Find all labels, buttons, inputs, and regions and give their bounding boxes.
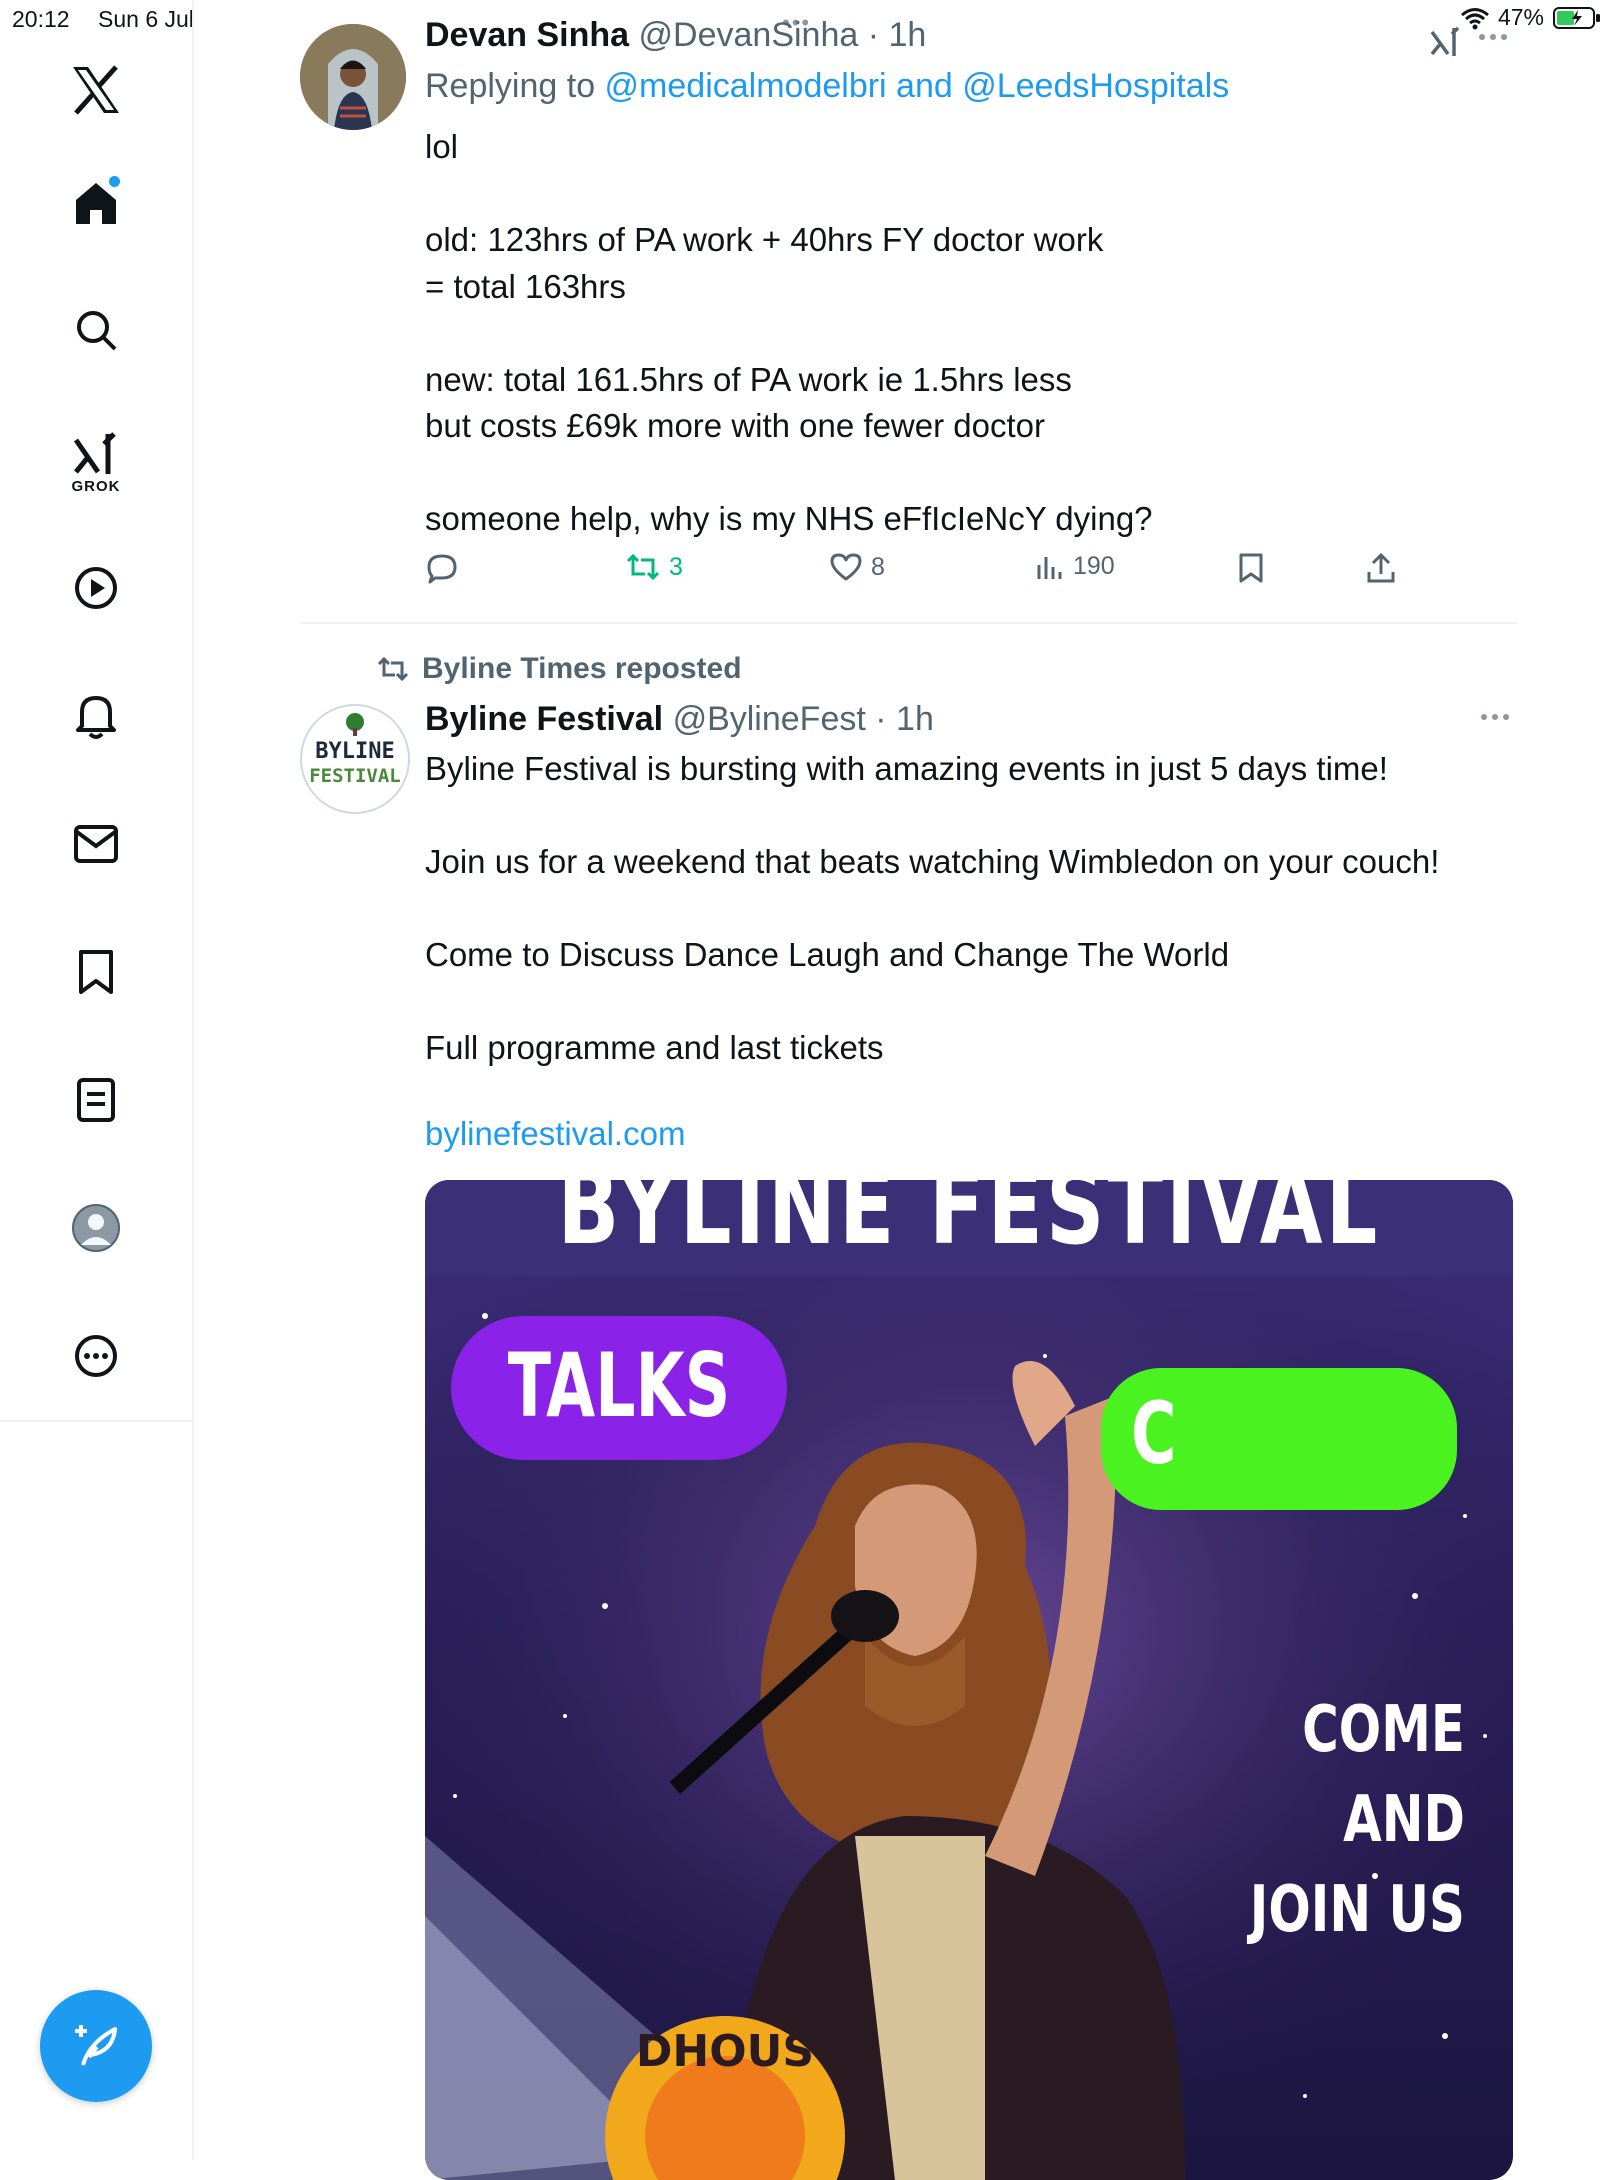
more-options-icon[interactable] [66, 1326, 126, 1386]
like-count: 8 [871, 552, 885, 581]
talks-pill: TALKS [451, 1316, 787, 1460]
badge-text: DHOUS [636, 2026, 814, 2077]
messages-envelope-icon[interactable] [66, 814, 126, 874]
share-icon [1367, 552, 1395, 583]
tweet-text: Byline Festival is bursting with amazing… [425, 750, 1440, 1066]
replying-to: Replying to @medicalmodelbri and @LeedsH… [425, 67, 1229, 106]
reply-button[interactable] [425, 552, 459, 584]
avatar[interactable] [300, 24, 406, 130]
green-pill: C [1101, 1368, 1457, 1510]
tweet-time[interactable]: · 1h [868, 16, 927, 54]
grok-label: GROK [71, 477, 121, 495]
like-button[interactable]: 8 [829, 552, 885, 582]
wifi-icon [1460, 7, 1489, 29]
tweet-media-image[interactable]: BYLINE FESTIVAL DHOUS TALKS C COME AND J… [425, 1180, 1513, 2180]
media-banner: BYLINE FESTIVAL [425, 1180, 1513, 1276]
tweet-more-icon[interactable] [1480, 712, 1510, 722]
tweet-divider [300, 622, 1518, 624]
bookmark-button[interactable] [1237, 552, 1265, 584]
notification-dot [109, 176, 120, 187]
video-icon[interactable] [66, 558, 126, 618]
home-icon[interactable] [66, 172, 126, 232]
share-button[interactable] [1365, 552, 1397, 584]
retweet-button[interactable]: 3 [625, 552, 683, 582]
battery-icon [1553, 6, 1600, 29]
status-indicators: 47% [1460, 4, 1602, 31]
analytics-icon [1037, 556, 1062, 579]
grok-nav-item[interactable]: GROK [66, 424, 126, 500]
bookmarks-icon[interactable] [66, 942, 126, 1002]
compose-post-button[interactable] [40, 1990, 152, 2102]
sidebar-divider [0, 1420, 192, 1422]
battery-percent: 47% [1497, 4, 1544, 30]
grok-icon[interactable] [1428, 24, 1464, 60]
tweet-link[interactable]: bylinefestival.com [425, 1115, 685, 1153]
notifications-bell-icon[interactable] [66, 686, 126, 746]
search-icon[interactable] [66, 300, 126, 360]
tweet-header: Byline Festival @BylineFest · 1h [425, 700, 934, 739]
avatar-text-line1: BYLINE [315, 739, 394, 764]
x-logo-icon[interactable] [66, 60, 126, 120]
retweet-icon [626, 553, 660, 581]
tweet-header: Devan Sinha @DevanSinha · 1h [425, 16, 926, 55]
author-name[interactable]: Byline Festival [425, 700, 663, 738]
retweet-icon [377, 656, 409, 682]
tweet-more-icon[interactable] [1478, 32, 1508, 42]
come-and-join-us-text: COME AND JOIN US [1249, 1693, 1465, 1947]
replying-prefix: Replying to [425, 67, 605, 105]
talks-label: TALKS [507, 1334, 731, 1437]
avatar-text-line2: FESTIVAL [309, 765, 401, 787]
bookmark-icon [1239, 553, 1263, 583]
tweet-time[interactable]: · 1h [875, 700, 934, 738]
author-handle[interactable]: @BylineFest [673, 700, 866, 738]
grok-icon [73, 431, 116, 474]
views-button[interactable]: 190 [1035, 552, 1115, 581]
profile-avatar-icon[interactable] [66, 1198, 126, 1258]
retweet-count: 3 [669, 552, 683, 581]
reposted-by[interactable]: Byline Times reposted [422, 652, 742, 686]
repost-indicator: Byline Times reposted [376, 652, 742, 686]
replying-users-link[interactable]: @medicalmodelbri and @LeedsHospitals [605, 67, 1230, 105]
heart-icon [830, 553, 862, 581]
avatar[interactable]: BYLINE FESTIVAL [300, 704, 410, 814]
green-pill-label: C [1131, 1384, 1177, 1484]
compose-feather-icon [75, 2025, 117, 2066]
author-name[interactable]: Devan Sinha [425, 16, 629, 54]
views-count: 190 [1073, 552, 1115, 580]
lists-icon[interactable] [66, 1070, 126, 1130]
tweet-actions: 3 8 190 [425, 552, 1425, 598]
sidebar-nav: GROK [0, 0, 194, 2160]
reply-icon [427, 554, 457, 584]
banner-text: BYLINE FESTIVAL [557, 1180, 1381, 1268]
author-handle[interactable]: @DevanSinha [639, 16, 859, 54]
tweet-text: lol old: 123hrs of PA work + 40hrs FY do… [425, 128, 1153, 537]
